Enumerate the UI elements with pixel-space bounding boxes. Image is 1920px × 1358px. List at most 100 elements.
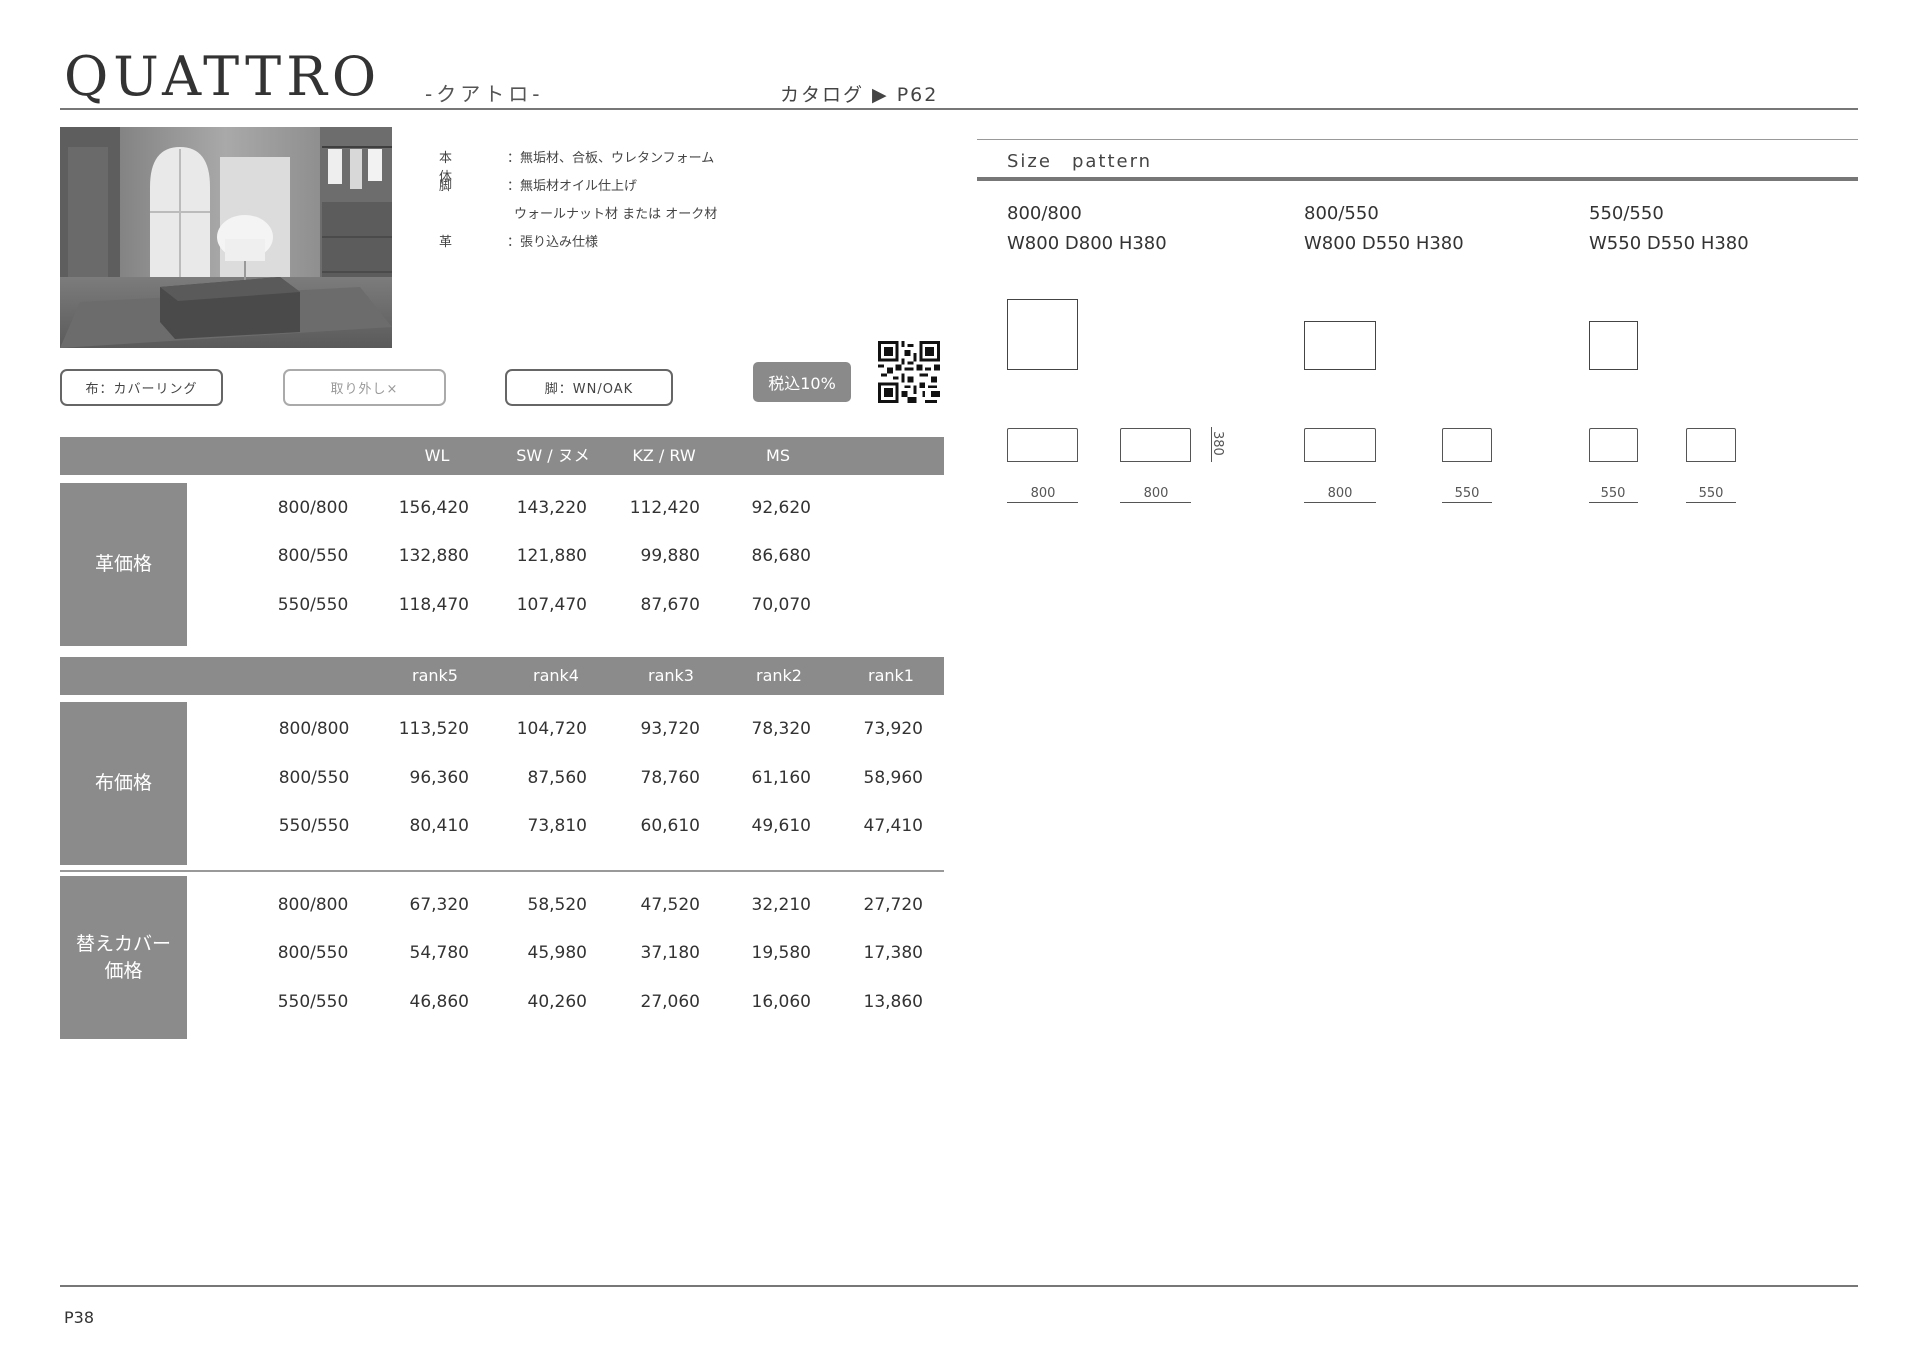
plan-view-square: [1007, 299, 1078, 370]
price-cell: 45,980: [527, 943, 587, 963]
header-divider: [60, 108, 1858, 110]
depth-dimension-label: 550: [1454, 486, 1480, 501]
price-cell: 156,420: [398, 498, 469, 518]
plan-view-rectangle: [1304, 321, 1376, 370]
page-number: P38: [64, 1308, 95, 1327]
size-pattern-heading: Size pattern: [1007, 151, 1153, 172]
pattern-name: 800/550: [1304, 203, 1379, 224]
price-cell: 49,610: [751, 816, 811, 836]
price-cell: 58,520: [527, 895, 587, 915]
leather-price-label: 革価格: [60, 483, 187, 646]
price-cell: 118,470: [398, 595, 469, 615]
fabric-table-header: rank5 rank4 rank3 rank2 rank1: [60, 657, 944, 695]
price-cell: 121,880: [516, 546, 587, 566]
size-cell: 800/800: [277, 895, 349, 915]
width-dimension-label: 800: [1327, 486, 1353, 501]
width-dimension-label: 800: [1030, 486, 1056, 501]
spec-value: ：無垢材、合板、ウレタンフォーム: [507, 151, 715, 166]
price-cell: 80,410: [409, 816, 469, 836]
price-cell: 99,880: [640, 546, 700, 566]
price-cell: 143,220: [516, 498, 587, 518]
price-cell: 17,380: [863, 943, 923, 963]
price-cell: 40,260: [527, 992, 587, 1012]
size-section-underline: [977, 177, 1858, 181]
size-cell: 550/550: [277, 595, 349, 615]
price-cell: 132,880: [398, 546, 469, 566]
spec-value: ：張り込み仕様: [507, 235, 599, 250]
price-cell: 70,070: [751, 595, 811, 615]
table-divider: [60, 870, 944, 872]
front-elevation: [1589, 428, 1638, 462]
price-cell: 37,180: [640, 943, 700, 963]
price-cell: 96,360: [409, 768, 469, 788]
price-cell: 87,670: [640, 595, 700, 615]
price-cell: 73,920: [863, 719, 923, 739]
width-dimension-line: [1304, 502, 1376, 503]
pattern-dimensions: W800 D550 H380: [1304, 233, 1464, 254]
catalog-reference: カタログ ▶ P62: [780, 84, 939, 106]
price-cell: 47,410: [863, 816, 923, 836]
column-header: rank3: [648, 666, 694, 685]
depth-dimension-label: 550: [1698, 486, 1724, 501]
column-header: rank5: [412, 666, 458, 685]
product-kana-name: -クアトロ-: [425, 82, 544, 106]
side-elevation: [1442, 428, 1492, 462]
side-elevation: [1686, 428, 1736, 462]
spec-value: ：無垢材オイル仕上げ: [507, 179, 638, 194]
price-cell: 27,720: [863, 895, 923, 915]
front-elevation: [1007, 428, 1078, 462]
price-cell: 61,160: [751, 768, 811, 788]
size-cell: 800/550: [277, 546, 349, 566]
depth-dimension-line: [1442, 502, 1492, 503]
price-cell: 13,860: [863, 992, 923, 1012]
size-cell: 550/550: [277, 992, 349, 1012]
column-header: rank4: [533, 666, 579, 685]
legs-badge: 脚：WN/OAK: [505, 369, 673, 406]
column-header: KZ / RW: [632, 446, 696, 465]
price-cell: 78,760: [640, 768, 700, 788]
price-cell: 78,320: [751, 719, 811, 739]
column-header: WL: [424, 446, 450, 465]
removable-badge: 取り外し×: [283, 369, 446, 406]
pattern-dimensions: W550 D550 H380: [1589, 233, 1749, 254]
cover-price-label-line: 替えカバー: [75, 932, 171, 955]
qr-code-icon[interactable]: [878, 341, 940, 403]
fabric-price-label: 布価格: [60, 702, 187, 865]
price-cell: 86,680: [751, 546, 811, 566]
column-header: SW / ヌメ: [516, 446, 590, 465]
size-cell: 800/550: [277, 943, 349, 963]
price-cell: 113,520: [398, 719, 469, 739]
front-elevation: [1304, 428, 1376, 462]
price-cell: 93,720: [640, 719, 700, 739]
size-cell: 550/550: [278, 816, 350, 836]
depth-dimension-line: [1120, 502, 1191, 503]
spec-label: 革: [439, 235, 453, 250]
price-cell: 27,060: [640, 992, 700, 1012]
depth-dimension-line: [1686, 502, 1736, 503]
product-title: QUATTRO: [64, 45, 382, 108]
price-cell: 58,960: [863, 768, 923, 788]
cover-price-label-line: 価格: [104, 959, 143, 982]
size-section-rule: [977, 139, 1858, 140]
size-cell: 800/550: [278, 768, 350, 788]
price-cell: 92,620: [751, 498, 811, 518]
size-cell: 800/800: [278, 719, 350, 739]
price-cell: 47,520: [640, 895, 700, 915]
pattern-name: 800/800: [1007, 203, 1082, 224]
price-cell: 60,610: [640, 816, 700, 836]
price-cell: 46,860: [409, 992, 469, 1012]
price-cell: 67,320: [409, 895, 469, 915]
price-cell: 16,060: [751, 992, 811, 1012]
size-cell: 800/800: [277, 498, 349, 518]
width-dimension-label: 550: [1600, 486, 1626, 501]
tax-included-badge: 税込10%: [753, 362, 851, 402]
column-header: MS: [766, 446, 790, 465]
width-dimension-line: [1589, 502, 1638, 503]
price-cell: 104,720: [516, 719, 587, 739]
cover-price-label: 替えカバー 価格: [60, 876, 187, 1039]
product-photo: [60, 127, 392, 348]
plan-view-square: [1589, 321, 1638, 370]
column-header: rank1: [868, 666, 914, 685]
pattern-name: 550/550: [1589, 203, 1664, 224]
price-cell: 107,470: [516, 595, 587, 615]
